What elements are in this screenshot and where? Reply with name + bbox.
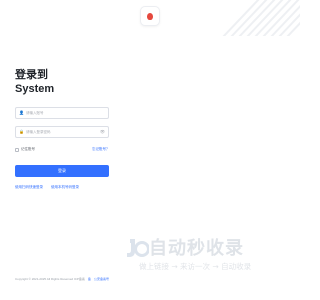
police-record-link[interactable]: 公安备案号: [94, 277, 109, 281]
watermark-title: 自动秒收录: [149, 238, 244, 259]
corner-stripes-decoration: [222, 0, 300, 36]
remember-label: 记住账号: [21, 147, 35, 151]
page-title: 登录到 System: [15, 68, 54, 96]
login-button[interactable]: 登录: [15, 165, 109, 177]
footer: Copyright © 2021-2025 All Rights Reserve…: [15, 277, 109, 281]
forgot-account-link[interactable]: 忘记账号？: [92, 147, 110, 152]
remember-account[interactable]: 记住账号: [15, 147, 35, 152]
app-logo: [141, 7, 159, 25]
icp-link[interactable]: 备: [88, 277, 91, 281]
watermark-subtitle: 做上链接 → 来访一次 → 自动收录: [139, 262, 252, 271]
watermark-logo-icon: [127, 239, 149, 257]
copyright-text: Copyright © 2021-2025 All Rights Reserve…: [15, 277, 85, 281]
user-icon: 👤: [19, 110, 24, 115]
account-input[interactable]: [25, 109, 105, 117]
account-field[interactable]: 👤: [15, 107, 109, 119]
password-field[interactable]: 🔒 👁: [15, 126, 109, 138]
password-input[interactable]: [25, 128, 100, 136]
page-title-line1: 登录到: [15, 69, 48, 81]
lock-icon: 🔒: [19, 129, 24, 134]
eye-icon[interactable]: 👁: [100, 130, 105, 134]
phone-login-link[interactable]: 使用本机号码登录: [51, 185, 79, 190]
page-title-line2: System: [15, 83, 55, 95]
logo-mark-icon: [147, 12, 153, 20]
qr-login-link[interactable]: 使用扫码快速登录: [15, 185, 43, 190]
watermark: 自动秒收录 做上链接 → 来访一次 → 自动收录: [125, 236, 285, 274]
remember-checkbox[interactable]: [15, 147, 19, 152]
alt-login-links: 使用扫码快速登录 使用本机号码登录: [15, 185, 79, 190]
